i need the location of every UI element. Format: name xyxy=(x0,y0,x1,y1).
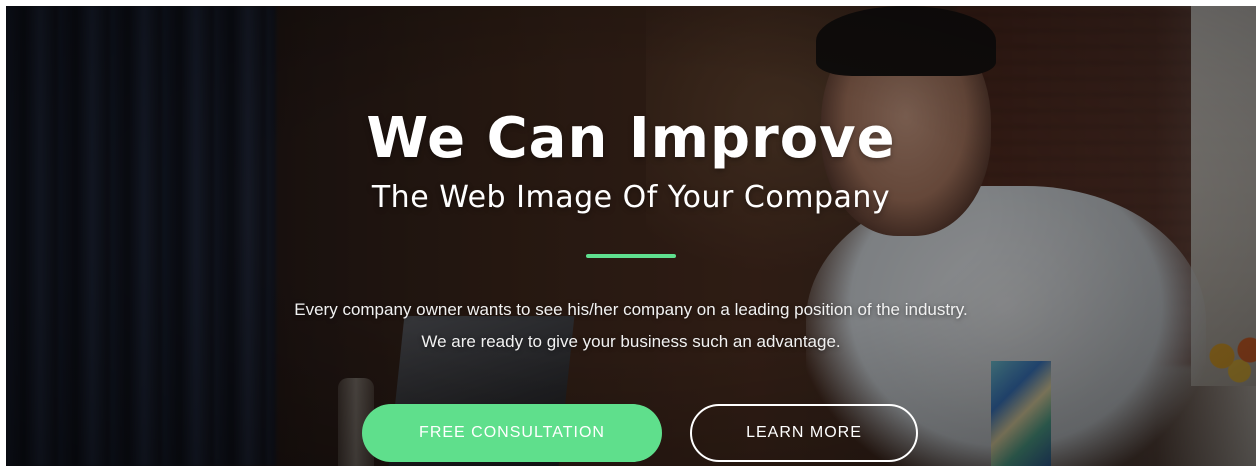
hero-headline: We Can Improve xyxy=(366,106,896,171)
hero-section: We Can Improve The Web Image Of Your Com… xyxy=(6,6,1256,466)
hero-vignette xyxy=(6,6,1256,466)
hero-divider xyxy=(586,254,676,258)
learn-more-label: LEARN MORE xyxy=(746,424,862,441)
free-consultation-button[interactable]: FREE CONSULTATION xyxy=(362,404,662,462)
hero-description: Every company owner wants to see his/her… xyxy=(294,300,968,351)
free-consultation-label: FREE CONSULTATION xyxy=(419,424,605,441)
hero-subheadline: The Web Image Of Your Company xyxy=(371,180,891,215)
learn-more-button[interactable]: LEARN MORE xyxy=(690,404,918,462)
